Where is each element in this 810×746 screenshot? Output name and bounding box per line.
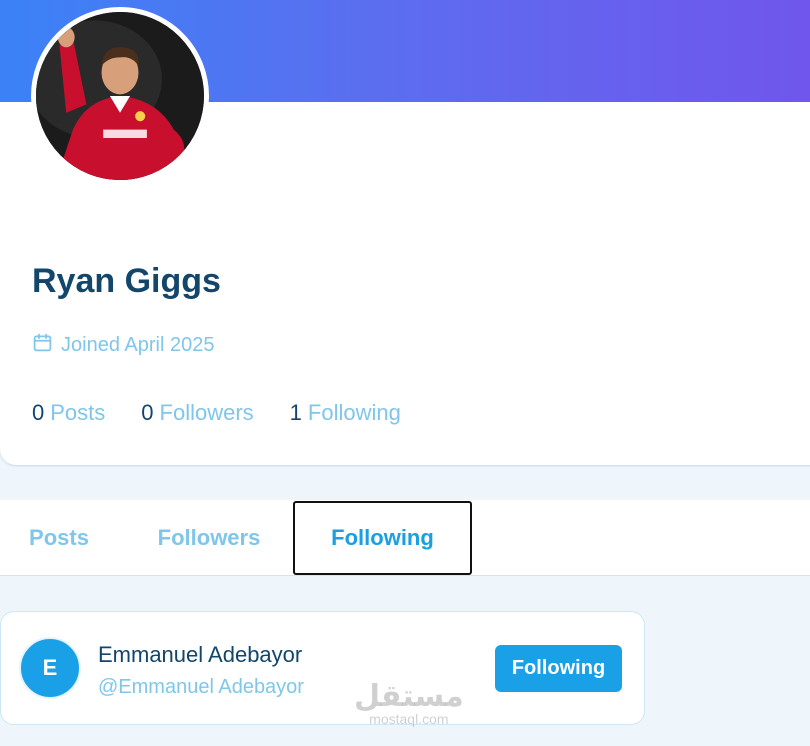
stat-count: 0 — [32, 400, 45, 425]
calendar-icon — [32, 332, 53, 359]
joined-text: Joined April 2025 — [61, 334, 215, 356]
stat-label: Followers — [159, 400, 254, 425]
stat-posts[interactable]: 0 Posts — [32, 400, 105, 426]
watermark-main: مستقل — [354, 679, 464, 714]
watermark-sub: mostaql.com — [369, 711, 449, 727]
profile-avatar[interactable] — [31, 7, 209, 185]
stat-count: 1 — [289, 400, 302, 425]
user-name[interactable]: Emmanuel Adebayor — [98, 642, 302, 668]
profile-card: Ryan Giggs Joined April 2025 0 Posts 0 F… — [0, 0, 810, 465]
list-item[interactable]: E Emmanuel Adebayor @Emmanuel Adebayor F… — [0, 611, 645, 725]
profile-tabs: Posts Followers Following — [0, 500, 810, 576]
stat-count: 0 — [141, 400, 154, 425]
joined-date: Joined April 2025 — [32, 332, 214, 359]
following-button[interactable]: Following — [495, 645, 622, 692]
user-handle: @Emmanuel Adebayor — [98, 676, 304, 698]
avatar[interactable]: E — [19, 637, 81, 699]
tab-followers[interactable]: Followers — [140, 500, 278, 576]
stat-label: Posts — [50, 400, 106, 425]
watermark-logo: مستقل mostaql.com — [354, 679, 464, 727]
tab-posts[interactable]: Posts — [0, 500, 118, 576]
stat-following[interactable]: 1 Following — [290, 400, 401, 426]
tab-following[interactable]: Following — [293, 501, 472, 575]
profile-name: Ryan Giggs — [32, 262, 221, 300]
profile-stats: 0 Posts 0 Followers 1 Following — [32, 400, 401, 426]
stat-label: Following — [307, 400, 401, 425]
stat-followers[interactable]: 0 Followers — [141, 400, 253, 426]
